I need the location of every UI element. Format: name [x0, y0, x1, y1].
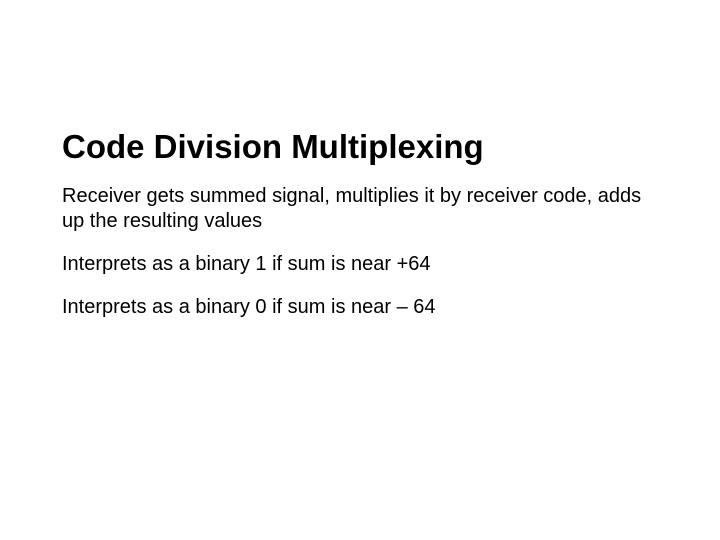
- slide-body: Receiver gets summed signal, multiplies …: [62, 184, 658, 320]
- slide: Code Division Multiplexing Receiver gets…: [0, 0, 720, 540]
- body-paragraph: Interprets as a binary 1 if sum is near …: [62, 252, 652, 277]
- slide-title: Code Division Multiplexing: [62, 128, 658, 166]
- body-paragraph: Interprets as a binary 0 if sum is near …: [62, 295, 652, 320]
- body-paragraph: Receiver gets summed signal, multiplies …: [62, 184, 652, 234]
